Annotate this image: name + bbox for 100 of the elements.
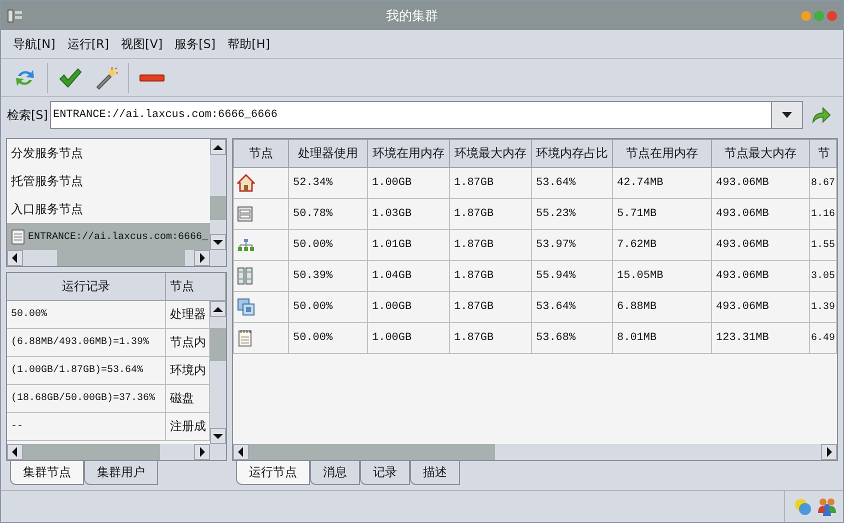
app-icon bbox=[7, 8, 23, 22]
window-icon bbox=[237, 206, 253, 222]
left-arrow-icon bbox=[10, 252, 20, 264]
column-header[interactable]: 节点 bbox=[234, 140, 288, 168]
table-cell: 1.87GB bbox=[450, 198, 532, 230]
house-icon bbox=[237, 174, 255, 192]
table-cell: 1.87GB bbox=[450, 292, 532, 322]
scrollbar-thumb[interactable] bbox=[23, 444, 160, 460]
table-cell: 1.16 bbox=[810, 198, 836, 230]
window-title: 我的集群 bbox=[385, 8, 439, 24]
table-cell: 50.00% bbox=[288, 322, 368, 354]
scroll-up-button[interactable] bbox=[210, 301, 226, 317]
scroll-left-button[interactable] bbox=[7, 250, 23, 266]
scrollbar-corner bbox=[210, 250, 226, 266]
table-cell: 15.05MB bbox=[612, 260, 712, 292]
table-cell: 52.34% bbox=[288, 168, 368, 198]
scrollbar-thumb[interactable] bbox=[210, 328, 226, 362]
table-cell: (6.88MB/493.06MB)=1.39% bbox=[7, 329, 166, 356]
table-cell: 53.64% bbox=[532, 168, 612, 198]
columns-icon bbox=[237, 267, 253, 285]
column-header[interactable]: 节点最大内存 bbox=[712, 140, 810, 168]
column-header[interactable]: 环境内存占比 bbox=[532, 140, 612, 168]
down-arrow-icon bbox=[212, 238, 224, 246]
menu-item[interactable]: 服务[S] bbox=[168, 36, 222, 52]
scrollbar-thumb[interactable] bbox=[249, 444, 495, 460]
search-combo[interactable]: ENTRANCE://ai.laxcus.com:6666_6666 bbox=[50, 101, 803, 129]
scroll-right-button[interactable] bbox=[194, 444, 210, 460]
table-cell: 1.04GB bbox=[368, 260, 450, 292]
table-cell: 8.67 bbox=[810, 168, 836, 198]
menu-item[interactable]: 运行[R] bbox=[61, 36, 116, 52]
table-cell: 1.00GB bbox=[368, 292, 450, 322]
tab[interactable]: 描述 bbox=[410, 461, 460, 485]
scrollbar-corner bbox=[210, 444, 226, 460]
table-cell: 50.00% bbox=[288, 292, 368, 322]
right-arrow-icon bbox=[824, 446, 834, 458]
scroll-down-button[interactable] bbox=[210, 234, 226, 250]
menu-item[interactable]: 帮助[H] bbox=[222, 36, 276, 52]
list-item[interactable]: ENTRANCE://ai.laxcus.com:6666_ bbox=[7, 223, 210, 250]
users-icon[interactable] bbox=[817, 496, 837, 516]
table-cell: 1.87GB bbox=[450, 168, 532, 198]
table-cell: 50.00% bbox=[7, 301, 166, 328]
table-cell: 1.39 bbox=[810, 292, 836, 322]
menu-item[interactable]: 视图[V] bbox=[115, 36, 169, 52]
table-cell: 42.74MB bbox=[612, 168, 712, 198]
scrollbar-thumb[interactable] bbox=[210, 196, 226, 220]
table-cell: 123.31MB bbox=[712, 322, 810, 354]
table-cell: 1.01GB bbox=[368, 230, 450, 260]
tab[interactable]: 运行节点 bbox=[236, 461, 310, 485]
list-item[interactable]: 入口服务节点 bbox=[7, 195, 210, 223]
search-label: 检索[S] bbox=[7, 106, 48, 124]
table-cell: 6.88MB bbox=[612, 292, 712, 322]
table-cell: 493.06MB bbox=[712, 260, 810, 292]
scroll-left-button[interactable] bbox=[233, 444, 249, 460]
down-arrow-icon bbox=[212, 432, 224, 440]
table-cell: 1.03GB bbox=[368, 198, 450, 230]
table-cell: 50.39% bbox=[288, 260, 368, 292]
table-cell: 8.01MB bbox=[612, 322, 712, 354]
left-arrow-icon bbox=[236, 446, 246, 458]
network-tree-icon bbox=[237, 238, 255, 252]
up-arrow-icon bbox=[212, 142, 224, 152]
table-cell: (18.68GB/50.00GB)=37.36% bbox=[7, 385, 166, 412]
scroll-right-button[interactable] bbox=[821, 444, 837, 460]
up-arrow-icon bbox=[212, 304, 224, 314]
column-header[interactable]: 节点 bbox=[166, 273, 226, 300]
table-cell: 5.71MB bbox=[612, 198, 712, 230]
column-header[interactable]: 环境最大内存 bbox=[450, 140, 532, 168]
table-cell: 53.64% bbox=[532, 292, 612, 322]
tab[interactable]: 集群用户 bbox=[84, 461, 158, 485]
table-cell: 50.78% bbox=[288, 198, 368, 230]
table-cell: (1.00GB/1.87GB)=53.64% bbox=[7, 357, 166, 384]
scroll-down-button[interactable] bbox=[210, 428, 226, 444]
table-cell: 493.06MB bbox=[712, 292, 810, 322]
list-item[interactable]: 托管服务节点 bbox=[7, 167, 210, 195]
scroll-left-button[interactable] bbox=[7, 444, 23, 460]
tab[interactable]: 集群节点 bbox=[10, 461, 84, 485]
scroll-up-button[interactable] bbox=[210, 139, 226, 155]
tab[interactable]: 消息 bbox=[310, 461, 360, 485]
scrollbar-thumb[interactable] bbox=[57, 250, 186, 266]
right-arrow-icon bbox=[197, 446, 207, 458]
table-cell: 493.06MB bbox=[712, 230, 810, 260]
column-header[interactable]: 环境在用内存 bbox=[368, 140, 450, 168]
scroll-right-button[interactable] bbox=[194, 250, 210, 266]
column-header[interactable]: 节 bbox=[810, 140, 836, 168]
caret-icon bbox=[781, 111, 793, 119]
document-icon bbox=[11, 229, 25, 245]
column-header[interactable]: 运行记录 bbox=[7, 273, 166, 300]
menu-item[interactable]: 导航[N] bbox=[7, 36, 62, 52]
table-cell: 493.06MB bbox=[712, 168, 810, 198]
stacked-windows-icon bbox=[237, 298, 255, 316]
tab[interactable]: 记录 bbox=[360, 461, 410, 485]
table-cell: 493.06MB bbox=[712, 198, 810, 230]
column-header[interactable]: 节点在用内存 bbox=[612, 140, 712, 168]
dropdown-button[interactable] bbox=[771, 102, 802, 128]
column-header[interactable]: 处理器使用 bbox=[288, 140, 368, 168]
list-item[interactable]: 分发服务节点 bbox=[7, 139, 210, 167]
forward-arrow-icon bbox=[811, 106, 831, 124]
table-cell: 6.49 bbox=[810, 322, 836, 354]
check-icon bbox=[58, 66, 82, 90]
minus-icon bbox=[139, 74, 165, 82]
notepad-icon bbox=[237, 329, 253, 347]
